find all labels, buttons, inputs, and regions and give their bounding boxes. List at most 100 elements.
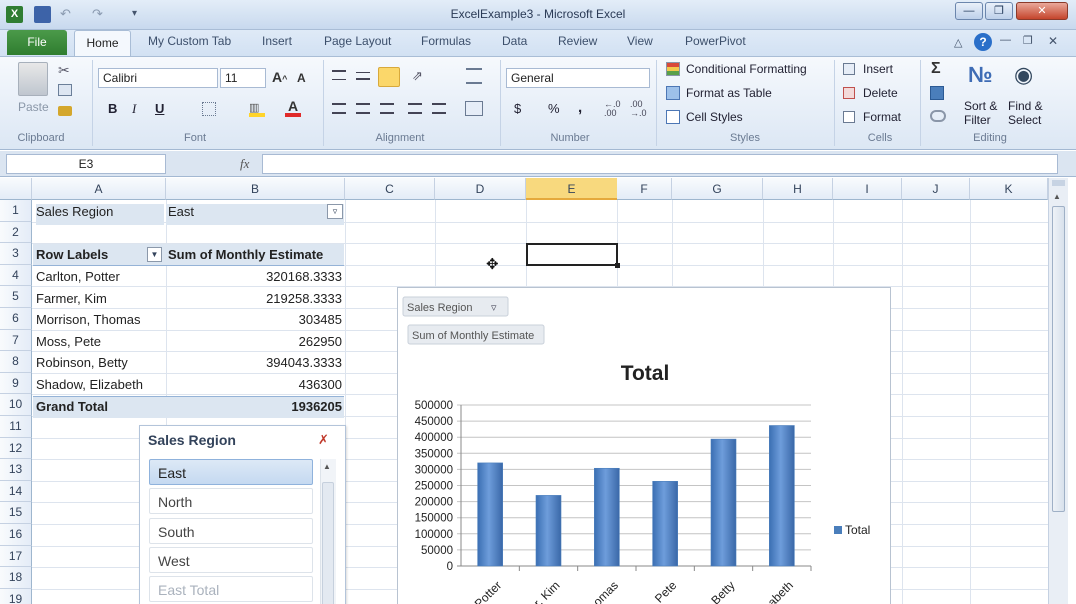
tab-page-layout[interactable]: Page Layout	[318, 30, 397, 52]
tab-formulas[interactable]: Formulas	[415, 30, 477, 52]
row-header-3[interactable]: 3	[0, 243, 32, 265]
format-as-table-icon[interactable]	[666, 86, 680, 100]
pivot-row-label[interactable]: Carlton, Potter	[36, 269, 120, 284]
italic-button[interactable]: I	[132, 101, 136, 117]
decrease-indent-icon[interactable]	[408, 103, 422, 114]
pivot-row-value[interactable]: 303485	[166, 312, 342, 327]
row-header-17[interactable]: 17	[0, 545, 32, 568]
sales-region-slicer[interactable]: Sales Region ✗ East North South West East To…	[139, 425, 346, 604]
workbook-restore-icon[interactable]: ❐	[1023, 34, 1033, 47]
tab-home[interactable]: Home	[74, 30, 131, 57]
format-painter-icon[interactable]	[58, 106, 72, 116]
row-header-1[interactable]: 1	[0, 200, 32, 222]
row-header-5[interactable]: 5	[0, 286, 32, 308]
conditional-formatting-button[interactable]: Conditional Formatting	[686, 62, 807, 76]
align-bottom-icon[interactable]	[378, 67, 400, 87]
pivot-row-label[interactable]: Morrison, Thomas	[36, 312, 141, 327]
row-header-13[interactable]: 13	[0, 459, 32, 481]
sort-filter-icon[interactable]: №	[968, 62, 998, 92]
row-header-18[interactable]: 18	[0, 567, 32, 589]
slicer-item-south[interactable]: South	[149, 517, 313, 544]
grand-total-value[interactable]: 1936205	[166, 399, 342, 414]
row-labels-dropdown-icon[interactable]: ▼	[147, 247, 162, 262]
font-size-select[interactable]: 11	[220, 68, 266, 88]
column-header-k[interactable]: K	[970, 178, 1048, 200]
bar-5[interactable]	[769, 425, 795, 567]
format-cells-button[interactable]: Format	[863, 110, 901, 124]
bar-2[interactable]	[594, 467, 620, 567]
row-header-9[interactable]: 9	[0, 372, 32, 395]
filter-value-cell[interactable]: East	[166, 204, 344, 225]
column-header-f[interactable]: F	[617, 178, 672, 200]
merge-center-icon[interactable]	[465, 101, 483, 116]
column-header-a[interactable]: A	[32, 178, 166, 200]
row-header-10[interactable]: 10	[0, 394, 32, 416]
bar-4[interactable]	[710, 438, 737, 567]
cell-styles-button[interactable]: Cell Styles	[686, 110, 743, 124]
grow-font-icon[interactable]: A^	[272, 69, 287, 85]
find-select-button[interactable]: Find & Select	[1008, 99, 1043, 127]
slicer-item-north[interactable]: North	[149, 488, 313, 515]
pivot-row-label[interactable]: Farmer, Kim	[36, 291, 107, 306]
fill-icon[interactable]	[930, 86, 944, 100]
paste-icon[interactable]	[18, 62, 48, 96]
row-header-12[interactable]: 12	[0, 437, 32, 460]
column-header-c[interactable]: C	[345, 178, 435, 200]
font-name-select[interactable]: Calibri	[98, 68, 218, 88]
name-box[interactable]: E3	[6, 154, 166, 174]
column-header-g[interactable]: G	[672, 178, 763, 200]
bar-1[interactable]	[535, 495, 562, 567]
slicer-scroll-up-icon[interactable]: ▲	[323, 462, 331, 471]
pivot-row-value[interactable]: 394043.3333	[166, 355, 342, 370]
scroll-thumb[interactable]	[1052, 206, 1065, 512]
pivot-row-value[interactable]: 436300	[166, 377, 342, 392]
chart-filter-icon[interactable]: ▿	[491, 302, 497, 314]
align-middle-icon[interactable]	[356, 72, 370, 80]
row-header-8[interactable]: 8	[0, 351, 32, 373]
restore-button[interactable]: ❐	[985, 2, 1013, 20]
column-header-h[interactable]: H	[763, 178, 833, 200]
delete-cells-button[interactable]: Delete	[863, 86, 898, 100]
minimize-ribbon-icon[interactable]: △	[954, 36, 962, 49]
shrink-font-icon[interactable]: A	[297, 71, 306, 85]
sum-header[interactable]: Sum of Monthly Estimate	[168, 247, 323, 262]
tab-review[interactable]: Review	[552, 30, 603, 52]
select-all-corner[interactable]	[0, 178, 32, 200]
pivot-row-value[interactable]: 262950	[166, 334, 342, 349]
comma-button[interactable]: ,	[578, 99, 582, 116]
pivot-row-label[interactable]: Shadow, Elizabeth	[36, 377, 143, 392]
paste-button[interactable]: Paste	[18, 100, 49, 114]
insert-cells-icon[interactable]	[843, 63, 855, 75]
fill-handle[interactable]	[615, 263, 620, 268]
column-header-b[interactable]: B	[166, 178, 345, 200]
row-labels-header[interactable]: Row Labels	[36, 247, 108, 262]
minimize-button[interactable]: —	[955, 2, 983, 20]
row-header-14[interactable]: 14	[0, 480, 32, 503]
slicer-scroll-thumb[interactable]	[322, 482, 334, 604]
format-as-table-button[interactable]: Format as Table	[686, 86, 772, 100]
clear-icon[interactable]	[930, 110, 946, 122]
orientation-icon[interactable]: ⇗	[412, 68, 423, 84]
cell-styles-icon[interactable]	[666, 110, 680, 124]
filter-label-cell[interactable]: Sales Region	[36, 204, 164, 225]
row-header-11[interactable]: 11	[0, 416, 32, 438]
pivot-row-value[interactable]: 219258.3333	[166, 291, 342, 306]
sort-filter-button[interactable]: Sort & Filter	[964, 99, 997, 127]
find-select-icon[interactable]: ◉	[1014, 62, 1042, 90]
row-header-4[interactable]: 4	[0, 264, 32, 287]
fill-color-icon[interactable]: ▥	[249, 101, 265, 117]
pivot-row-label[interactable]: Moss, Pete	[36, 334, 101, 349]
tab-data[interactable]: Data	[496, 30, 533, 52]
increase-decimal-icon[interactable]: ←.0.00	[604, 100, 621, 118]
grand-total-label[interactable]: Grand Total	[36, 399, 108, 414]
increase-indent-icon[interactable]	[432, 103, 446, 114]
row-header-2[interactable]: 2	[0, 221, 32, 244]
row-header-7[interactable]: 7	[0, 329, 32, 352]
underline-button[interactable]: U	[155, 101, 164, 116]
vertical-scrollbar[interactable]: ▲	[1048, 178, 1068, 604]
tab-view[interactable]: View	[621, 30, 659, 52]
bold-button[interactable]: B	[108, 101, 117, 116]
align-right-icon[interactable]	[380, 103, 394, 114]
cut-icon[interactable]: ✂	[58, 62, 70, 79]
selected-cell-e3[interactable]	[526, 243, 618, 266]
